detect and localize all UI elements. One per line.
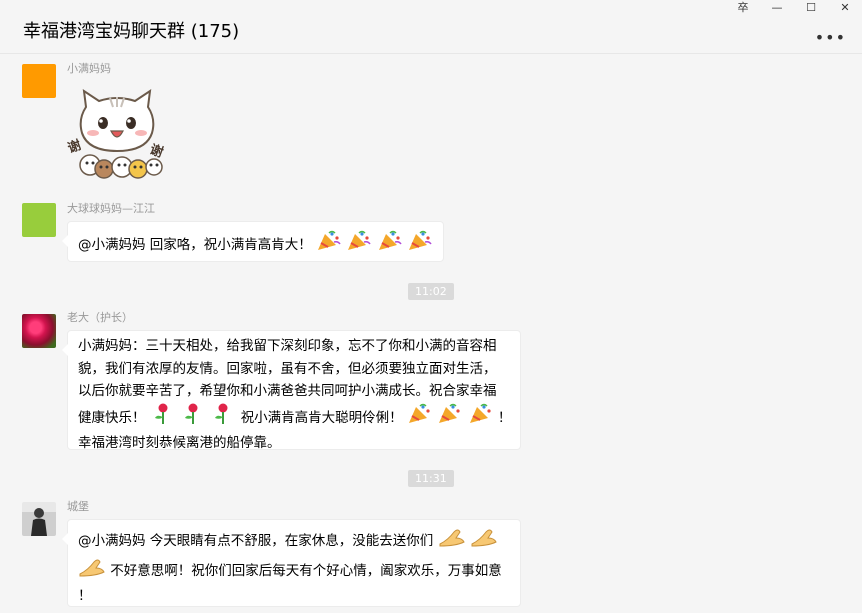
sender-name: 大球球妈妈—江江: [67, 202, 155, 215]
message-bubble[interactable]: @小满妈妈 今天眼睛有点不舒服，在家休息，没能去送你们 不好意思啊！祝你们回家后…: [62, 519, 521, 607]
message-line: ！: [78, 588, 92, 604]
maximize-icon[interactable]: ☐: [794, 0, 828, 14]
party-popper-icon: [407, 403, 433, 433]
folded-hands-icon: [470, 526, 498, 556]
close-icon[interactable]: ✕: [828, 0, 862, 14]
party-popper-icon: [316, 230, 342, 260]
party-popper-icon: [377, 230, 403, 260]
message-text: 不好意思啊！祝你们回家后每天有个好心情，阖家欢乐，万事如意: [110, 562, 502, 579]
message-text: 祝小满肯高肯大聪明伶俐！: [240, 409, 403, 426]
message-list[interactable]: 小满妈妈 谢 谢 大球球妈妈—江江 @小满妈妈 回家咯，祝小满肯高肯大！ 11:…: [0, 55, 862, 613]
party-popper-icon: [346, 230, 372, 260]
message-line-with-emoji: 不好意思啊！祝你们回家后每天有个好心情，阖家欢乐，万事如意: [78, 556, 510, 586]
sender-name: 小满妈妈: [67, 62, 111, 75]
thank-you-cat-sticker[interactable]: 谢 谢: [66, 85, 168, 183]
rose-icon: [150, 403, 176, 433]
message-line: 以后你就要辛苦了，希望你和小满爸爸共同呵护小满成长。祝合家幸福: [78, 383, 497, 399]
message-line-with-emoji: 健康快乐！ 祝小满肯高肯大聪明伶俐！ ！: [78, 403, 512, 433]
message-text: @小满妈妈 今天眼睛有点不舒服，在家休息，没能去送你们: [78, 532, 434, 549]
cat-sticker-svg: 谢 谢: [66, 88, 166, 179]
rose-icon: [210, 403, 236, 433]
avatar-flower-photo[interactable]: [22, 314, 56, 348]
message-text: @小满妈妈 回家咯，祝小满肯高肯大！: [78, 236, 312, 253]
sticker-text-right: 谢: [148, 141, 166, 160]
person-silhouette-icon: [31, 508, 47, 536]
timestamp: 11:31: [408, 470, 454, 487]
message-text: 健康快乐！: [78, 409, 146, 426]
avatar-orange[interactable]: [22, 64, 56, 98]
sticker-text-left: 谢: [66, 137, 83, 156]
avatar-person-photo[interactable]: [22, 502, 56, 536]
rose-icon: [180, 403, 206, 433]
message-bubble[interactable]: @小满妈妈 回家咯，祝小满肯高肯大！: [62, 221, 444, 262]
pin-icon[interactable]: 卒: [726, 0, 760, 14]
message-line-with-emoji: @小满妈妈 今天眼睛有点不舒服，在家休息，没能去送你们: [78, 526, 510, 556]
window-controls: 卒 — ☐ ✕: [726, 0, 862, 14]
folded-hands-icon: [438, 526, 466, 556]
chat-title: 幸福港湾宝妈聊天群 (175): [23, 21, 240, 42]
minimize-icon[interactable]: —: [760, 0, 794, 14]
message-bubble[interactable]: 小满妈妈：三十天相处，给我留下深刻印象，忘不了你和小满的音容相 貌，我们有浓厚的…: [62, 330, 521, 451]
message-line: 小满妈妈：三十天相处，给我留下深刻印象，忘不了你和小满的音容相: [78, 338, 497, 354]
folded-hands-icon: [78, 556, 106, 586]
party-popper-icon: [468, 403, 494, 433]
party-popper-icon: [407, 230, 433, 260]
party-popper-icon: [437, 403, 463, 433]
message-text: ！: [497, 409, 512, 426]
sender-name: 城堡: [67, 500, 89, 513]
message-line: 貌，我们有浓厚的友情。回家啦，虽有不舍，但必须要独立面对生活，: [78, 360, 497, 377]
sender-name: 老大（护长）: [67, 311, 133, 324]
timestamp: 11:02: [408, 283, 454, 300]
chat-header: 幸福港湾宝妈聊天群 (175) 卒 — ☐ ✕ •••: [0, 0, 862, 54]
avatar-green[interactable]: [22, 203, 56, 237]
more-options-icon[interactable]: •••: [815, 30, 846, 46]
message-line: 幸福港湾时刻恭候离港的船停靠。: [78, 435, 281, 451]
